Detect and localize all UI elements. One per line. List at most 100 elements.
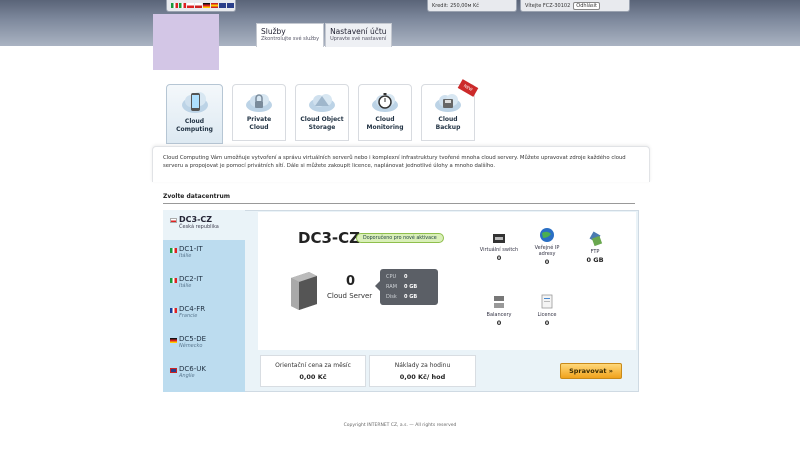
service-ftp[interactable]: FTP 0 GB [570,231,620,264]
service-public-ip[interactable]: Veřejné IP adresy 0 [522,227,572,266]
spec-ram: RAM 0 GB [386,282,432,292]
service-name: Virtuální switch [479,247,519,253]
tab-cloud-object-storage[interactable]: Cloud Object Storage [295,84,349,141]
datacenter-code-text: DC2-IT [179,275,203,283]
service-name: Licence [537,312,557,318]
spec-key: Disk [386,294,397,300]
datacenter-item-dc5-de[interactable]: DC5-DE Německo [163,330,245,360]
datacenter-country: Česká republika [179,224,219,230]
flag-es-icon[interactable] [211,3,218,8]
cloud-stopwatch-icon [372,93,398,112]
flag-de-icon[interactable] [203,3,210,8]
tab-label: Computing [176,126,213,133]
datacenter-country: Německo [179,343,203,349]
recommended-badge: Doporučeno pro nové aktivace [356,233,444,243]
logo[interactable] [153,14,219,70]
tab-cloud-computing[interactable]: Cloud Computing [166,84,223,144]
service-name: adresy [538,251,556,257]
selected-datacenter-title: DC3-CZ [298,229,361,247]
divider [163,203,635,204]
tab-label: Cloud [249,124,269,131]
hourly-price-label: Náklady za hodinu [394,362,451,369]
monthly-price-label: Orientační cena za měsíc [275,362,351,369]
flag-fr-icon [170,308,177,313]
flag-cz-icon[interactable] [187,3,194,8]
spec-key: RAM [386,284,398,290]
product-tabs: Cloud Computing Private Cloud Cloud Obje… [166,79,479,144]
datacenter-code-text: DC3-CZ [179,215,213,224]
flag-uk-icon[interactable] [227,3,234,8]
datacenter-item-dc3-cz[interactable]: DC3-CZ Česká republika [163,210,245,240]
nav-services-subtitle: Zkontrolujte své služby [261,36,320,42]
tab-private-cloud[interactable]: Private Cloud [232,84,286,141]
monthly-price-box: Orientační cena za měsíc 0,00 Kč [260,355,366,387]
datacenter-item-dc6-uk[interactable]: DC6-UK Anglie [163,360,245,390]
top-navigation: Služby Zkontrolujte své služby Nastavení… [256,23,392,47]
flag-it-icon[interactable] [179,3,186,8]
datacenter-code-text: DC4-FR [179,305,206,313]
datacenter-section-title: Zvolte datacentrum [163,193,230,200]
tab-label: Cloud Object [300,116,344,123]
nav-services-title: Služby [261,27,286,36]
spec-value: 0 GB [404,294,418,300]
tab-cloud-monitoring[interactable]: Cloud Monitoring [358,84,412,141]
datacenter-code: DC1-IT [170,245,245,253]
language-selector[interactable] [166,0,236,12]
server-specs-tooltip: CPU 0 RAM 0 GB Disk 0 GB [375,269,438,305]
nav-account-settings[interactable]: Nastavení účtu Upravte své nastavení [325,23,392,47]
manage-button[interactable]: Spravovat » [560,363,622,379]
tab-label: Backup [435,124,461,131]
datacenter-country: Itálie [179,253,192,259]
server-icon [291,272,317,310]
service-balancers[interactable]: Balancery 0 [474,294,524,327]
service-virtual-switch[interactable]: Virtuální switch 0 [474,231,524,262]
service-value: 0 GB [586,256,604,264]
network-switch-icon [493,234,505,243]
cloud-backup-icon [435,94,461,112]
datacenter-code: DC3-CZ [170,215,245,224]
spec-value: 0 [404,274,408,280]
nav-services[interactable]: Služby Zkontrolujte své služby [256,23,325,47]
cloud-storage-icon [309,94,335,112]
flag-it-icon [170,278,177,283]
spec-key: CPU [386,274,397,280]
ftp-icon [589,231,603,247]
datacenter-code: DC4-FR [170,305,245,313]
datacenter-country: Itálie [179,283,192,289]
service-value: 0 [544,319,550,327]
datacenter-item-dc2-it[interactable]: DC2-IT Itálie [163,270,245,300]
datacenter-item-dc1-it[interactable]: DC1-IT Itálie [163,240,245,270]
datacenter-item-dc4-fr[interactable]: DC4-FR Francie [163,300,245,330]
tab-label: Cloud [184,118,205,125]
datacenter-code: DC2-IT [170,275,245,283]
hourly-price-value: 0,00 Kč/ hod [399,373,446,381]
hourly-price-box: Náklady za hodinu 0,00 Kč/ hod [369,355,476,387]
tab-cloud-backup[interactable]: NEW Cloud Backup [421,79,479,141]
flag-uk-icon[interactable] [219,3,226,8]
monthly-price-value: 0,00 Kč [299,373,327,381]
balancer-icon [494,296,504,308]
cloud-phone-icon [181,92,208,113]
flag-it-icon[interactable] [171,3,178,8]
flag-de-icon [170,338,177,343]
flag-it-icon [170,248,177,253]
credit-display: Kredit: 250,00м Kč [427,0,517,12]
logout-button[interactable]: Odhlásit [573,1,600,10]
licence-icon [541,294,553,309]
datacenter-list: DC3-CZ Česká republika DC1-IT Itálie DC2… [163,210,245,392]
product-description: Cloud Computing Vám umožňuje vytvoření a… [152,146,650,182]
flag-pl-icon[interactable] [195,3,202,8]
tab-label: Private [246,116,272,123]
datacenter-code: DC5-DE [170,335,245,343]
footer-copyright: Copyright INTERNET CZ, a.s. — All rights… [343,423,457,428]
flag-cz-icon [170,218,177,223]
nav-account-title: Nastavení účtu [330,27,387,36]
tab-label: Monitoring [366,124,404,131]
service-licence[interactable]: Licence 0 [522,294,572,327]
globe-icon [540,228,554,242]
service-value: 0 [496,319,502,327]
tab-label: Cloud [438,116,458,123]
cloud-lock-icon [246,94,272,112]
server-count: 0 [346,274,356,289]
service-name: Balancery [486,312,512,318]
